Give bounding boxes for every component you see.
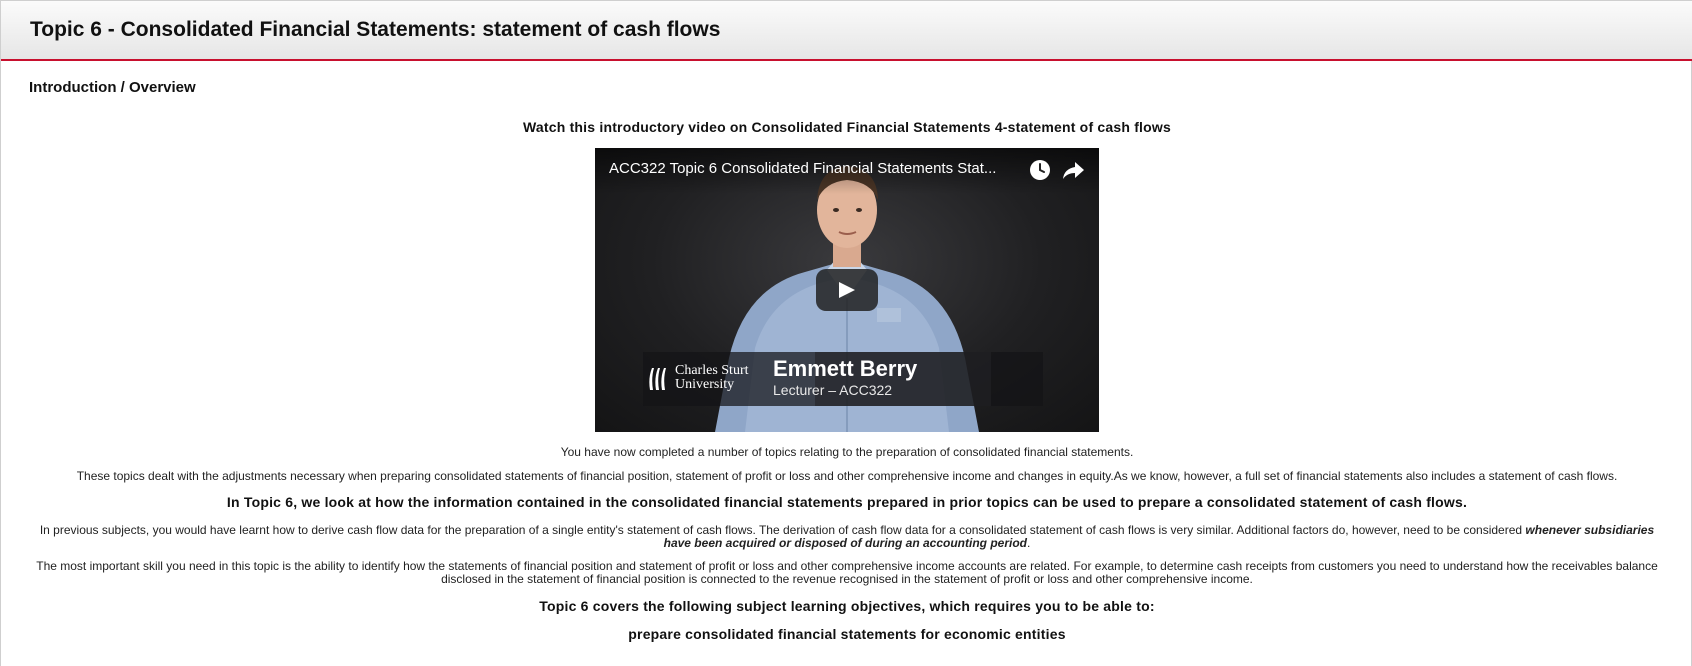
clock-icon[interactable] <box>1029 159 1051 181</box>
section-heading: Introduction / Overview <box>29 79 196 96</box>
content-paragraph-3: In previous subjects, you would have lea… <box>31 524 1663 550</box>
content-highlight: In Topic 6, we look at how the informati… <box>226 494 1468 510</box>
objectives-heading: Topic 6 covers the following subject lea… <box>539 598 1155 614</box>
speaker-role: Lecturer – ACC322 <box>773 382 893 398</box>
video-intro-text: Watch this introductory video on Consoli… <box>523 119 1171 135</box>
play-icon <box>839 282 855 298</box>
logo-line-1: Charles Sturt <box>675 363 749 378</box>
paragraph-3-end: . <box>1027 536 1031 550</box>
page-title: Topic 6 - Consolidated Financial Stateme… <box>30 18 721 41</box>
speaker-name: Emmett Berry <box>773 356 918 381</box>
play-button[interactable] <box>816 269 878 311</box>
university-logo: Charles Sturt University <box>647 364 757 394</box>
logo-line-2: University <box>675 377 735 392</box>
content-paragraph-1: You have now completed a number of topic… <box>560 445 1134 459</box>
university-crest-icon <box>649 368 666 390</box>
content-paragraph-4: The most important skill you need in thi… <box>36 559 1658 586</box>
learning-objective: prepare consolidated financial statement… <box>628 626 1066 642</box>
video-title-bar: ACC322 Topic 6 Consolidated Financial St… <box>595 148 1099 194</box>
video-player[interactable]: ACC322 Topic 6 Consolidated Financial St… <box>595 148 1099 432</box>
page-header: Topic 6 - Consolidated Financial Stateme… <box>1 0 1692 61</box>
paragraph-3-text: In previous subjects, you would have lea… <box>39 523 1526 537</box>
video-title[interactable]: ACC322 Topic 6 Consolidated Financial St… <box>609 160 1019 177</box>
university-logo-text: Charles Sturt University <box>675 364 749 392</box>
content-paragraph-2: These topics dealt with the adjustments … <box>76 469 1618 483</box>
page-frame: Topic 6 - Consolidated Financial Stateme… <box>0 0 1692 666</box>
share-icon[interactable] <box>1061 159 1085 181</box>
